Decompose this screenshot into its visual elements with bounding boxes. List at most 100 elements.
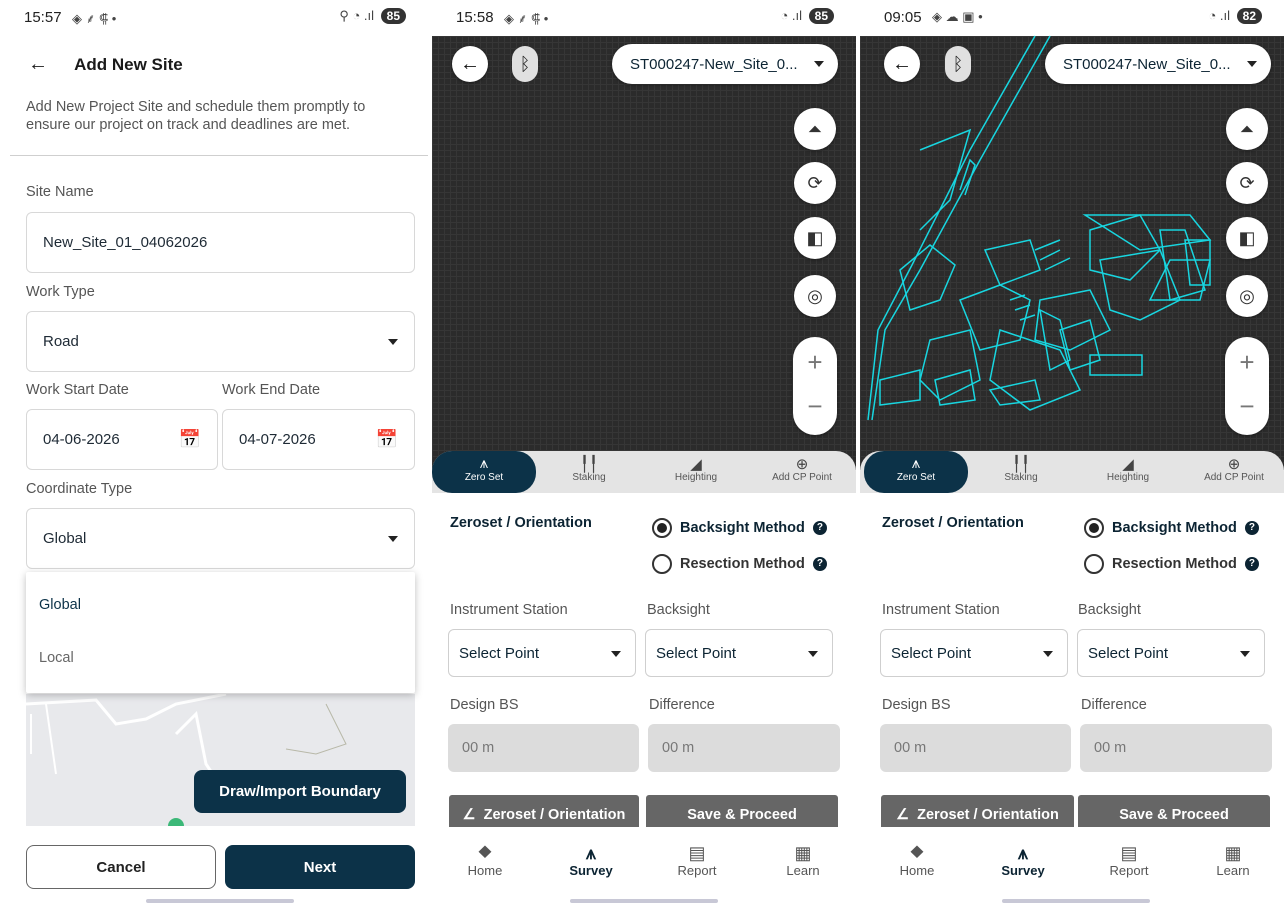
- nav-learn[interactable]: ▦ Learn: [1193, 843, 1273, 878]
- zoom-out-button[interactable]: −: [793, 391, 837, 422]
- help-icon[interactable]: ?: [812, 521, 827, 535]
- zoom-out-button[interactable]: −: [1225, 391, 1269, 422]
- site-name-input[interactable]: New_Site_01_04062026: [26, 212, 415, 273]
- calendar-icon[interactable]: 📅: [179, 429, 201, 450]
- layers-up-icon[interactable]: ⏶: [1226, 108, 1268, 150]
- menu-option-local[interactable]: Local: [39, 650, 74, 666]
- report-icon: ▤: [688, 843, 706, 863]
- add-pin-icon: ⊕: [1227, 456, 1241, 473]
- tab-heighting[interactable]: ◢ Heighting: [644, 451, 748, 493]
- site-selector[interactable]: ST000247-New_Site_0...: [612, 44, 838, 84]
- add-new-site-screen: 15:57 ◈ ⸙ ⸿ • ⚲ ◔ .ıl 85 ← Add New Site …: [0, 0, 428, 903]
- home-indicator: [570, 899, 718, 903]
- nav-survey[interactable]: ⩚ Survey: [551, 843, 631, 878]
- nav-home[interactable]: ⯁ Home: [445, 843, 525, 878]
- bottom-navigation: ⯁ Home ⩚ Survey ▤ Report ▦ Learn: [432, 827, 856, 903]
- help-icon[interactable]: ?: [1244, 557, 1259, 571]
- compass-icon[interactable]: ◧: [1226, 217, 1268, 259]
- work-start-date-field[interactable]: 04-06-2026 📅: [26, 409, 218, 470]
- resection-method-radio[interactable]: Resection Method?: [1084, 554, 1259, 574]
- survey-icon: ⩚: [1017, 843, 1029, 863]
- status-bar: 15:57 ◈ ⸙ ⸿ • ⚲ ◔ .ıl 85: [0, 0, 428, 36]
- site-selector-value: ST000247-New_Site_0...: [1063, 55, 1231, 73]
- work-type-select[interactable]: Road: [26, 311, 415, 372]
- help-icon[interactable]: ?: [1244, 521, 1259, 535]
- work-end-date-field[interactable]: 04-07-2026 📅: [222, 409, 415, 470]
- tab-zero-set[interactable]: ⩚ Zero Set: [864, 451, 968, 493]
- calendar-icon[interactable]: 📅: [376, 429, 398, 450]
- backsight-select[interactable]: Select Point: [645, 629, 833, 677]
- tab-zero-set[interactable]: ⩚ Zero Set: [432, 451, 536, 493]
- backsight-method-radio[interactable]: Backsight Method?: [1084, 518, 1259, 538]
- battery-indicator: 85: [808, 8, 834, 24]
- report-icon: ▤: [1120, 843, 1138, 863]
- learn-icon: ▦: [1224, 843, 1242, 863]
- difference-field: 00 m: [1080, 724, 1272, 772]
- zoom-in-button[interactable]: +: [793, 347, 837, 378]
- work-type-label: Work Type: [26, 284, 95, 300]
- work-start-date-label: Work Start Date: [26, 382, 129, 398]
- bluetooth-icon[interactable]: ᛒ: [512, 46, 538, 82]
- instrument-station-select[interactable]: Select Point: [880, 629, 1068, 677]
- tab-staking[interactable]: ╿╿ Staking: [969, 451, 1073, 493]
- cancel-button[interactable]: Cancel: [26, 845, 216, 889]
- backsight-label: Backsight: [647, 602, 710, 618]
- tab-heighting[interactable]: ◢ Heighting: [1076, 451, 1180, 493]
- design-bs-label: Design BS: [450, 697, 519, 713]
- menu-option-global[interactable]: Global: [39, 597, 81, 613]
- scan-icon[interactable]: ◎: [794, 275, 836, 317]
- nav-report[interactable]: ▤ Report: [1089, 843, 1169, 878]
- backsight-method-radio[interactable]: Backsight Method?: [652, 518, 827, 538]
- tripod-icon: ⩚: [911, 455, 921, 472]
- chevron-down-icon: [808, 651, 818, 657]
- rotate-icon[interactable]: ⟳: [1226, 162, 1268, 204]
- instrument-station-select[interactable]: Select Point: [448, 629, 636, 677]
- nav-report[interactable]: ▤ Report: [657, 843, 737, 878]
- survey-screen-with-map: 09:05 ◈ ☁ ▣ • ◔ .ıl 82 ← ᛒ ST000247-New_…: [860, 0, 1284, 903]
- help-icon[interactable]: ?: [812, 557, 827, 571]
- coordinate-type-menu: Global Local: [26, 572, 415, 693]
- design-bs-field: 00 m: [880, 724, 1071, 772]
- status-icons: ◈ ⸙ ⸿ •: [504, 11, 549, 26]
- angle-icon: ∠: [896, 807, 910, 823]
- work-start-date-value: 04-06-2026: [43, 431, 120, 448]
- site-selector[interactable]: ST000247-New_Site_0...: [1045, 44, 1271, 84]
- scan-icon[interactable]: ◎: [1226, 275, 1268, 317]
- backsight-label: Backsight: [1078, 602, 1141, 618]
- add-pin-icon: ⊕: [795, 456, 809, 473]
- arrow-left-icon[interactable]: ←: [28, 53, 56, 76]
- bottom-navigation: ⯁ Home ⩚ Survey ▤ Report ▦ Learn: [860, 827, 1284, 903]
- coordinate-type-select[interactable]: Global: [26, 508, 415, 569]
- tab-add-cp-point[interactable]: ⊕ Add CP Point: [1182, 451, 1284, 493]
- next-button[interactable]: Next: [225, 845, 415, 889]
- zoom-control: + −: [1225, 337, 1269, 435]
- home-indicator: [1002, 899, 1150, 903]
- tripod-icon: ⩚: [479, 455, 489, 472]
- nav-home[interactable]: ⯁ Home: [877, 843, 957, 878]
- survey-icon: ⩚: [585, 843, 597, 863]
- compass-icon[interactable]: ◧: [794, 217, 836, 259]
- status-time: 15:58: [456, 9, 494, 26]
- zoom-in-button[interactable]: +: [1225, 347, 1269, 378]
- tab-add-cp-point[interactable]: ⊕ Add CP Point: [750, 451, 854, 493]
- nav-learn[interactable]: ▦ Learn: [763, 843, 843, 878]
- bluetooth-icon[interactable]: ᛒ: [945, 46, 971, 82]
- status-bar: 15:58 ◈ ⸙ ⸿ • ◔ .ıl 85: [432, 0, 856, 36]
- arrow-left-icon[interactable]: ←: [452, 46, 488, 82]
- nav-survey[interactable]: ⩚ Survey: [983, 843, 1063, 878]
- coordinate-type-value: Global: [43, 530, 87, 547]
- tab-staking[interactable]: ╿╿ Staking: [537, 451, 641, 493]
- rotate-icon[interactable]: ⟳: [794, 162, 836, 204]
- page-description: Add New Project Site and schedule them p…: [26, 99, 366, 133]
- coordinate-type-label: Coordinate Type: [26, 481, 133, 497]
- site-name-label: Site Name: [26, 184, 94, 200]
- resection-method-radio[interactable]: Resection Method?: [652, 554, 827, 574]
- zoom-control: + −: [793, 337, 837, 435]
- draw-import-boundary-button[interactable]: Draw/Import Boundary: [194, 770, 406, 813]
- layers-up-icon[interactable]: ⏶: [794, 108, 836, 150]
- backsight-select[interactable]: Select Point: [1077, 629, 1265, 677]
- instrument-station-label: Instrument Station: [450, 602, 568, 618]
- radio-selected: [652, 518, 672, 538]
- status-right-icons: ⚲ ◔ .ıl 85: [339, 8, 406, 24]
- arrow-left-icon[interactable]: ←: [884, 46, 920, 82]
